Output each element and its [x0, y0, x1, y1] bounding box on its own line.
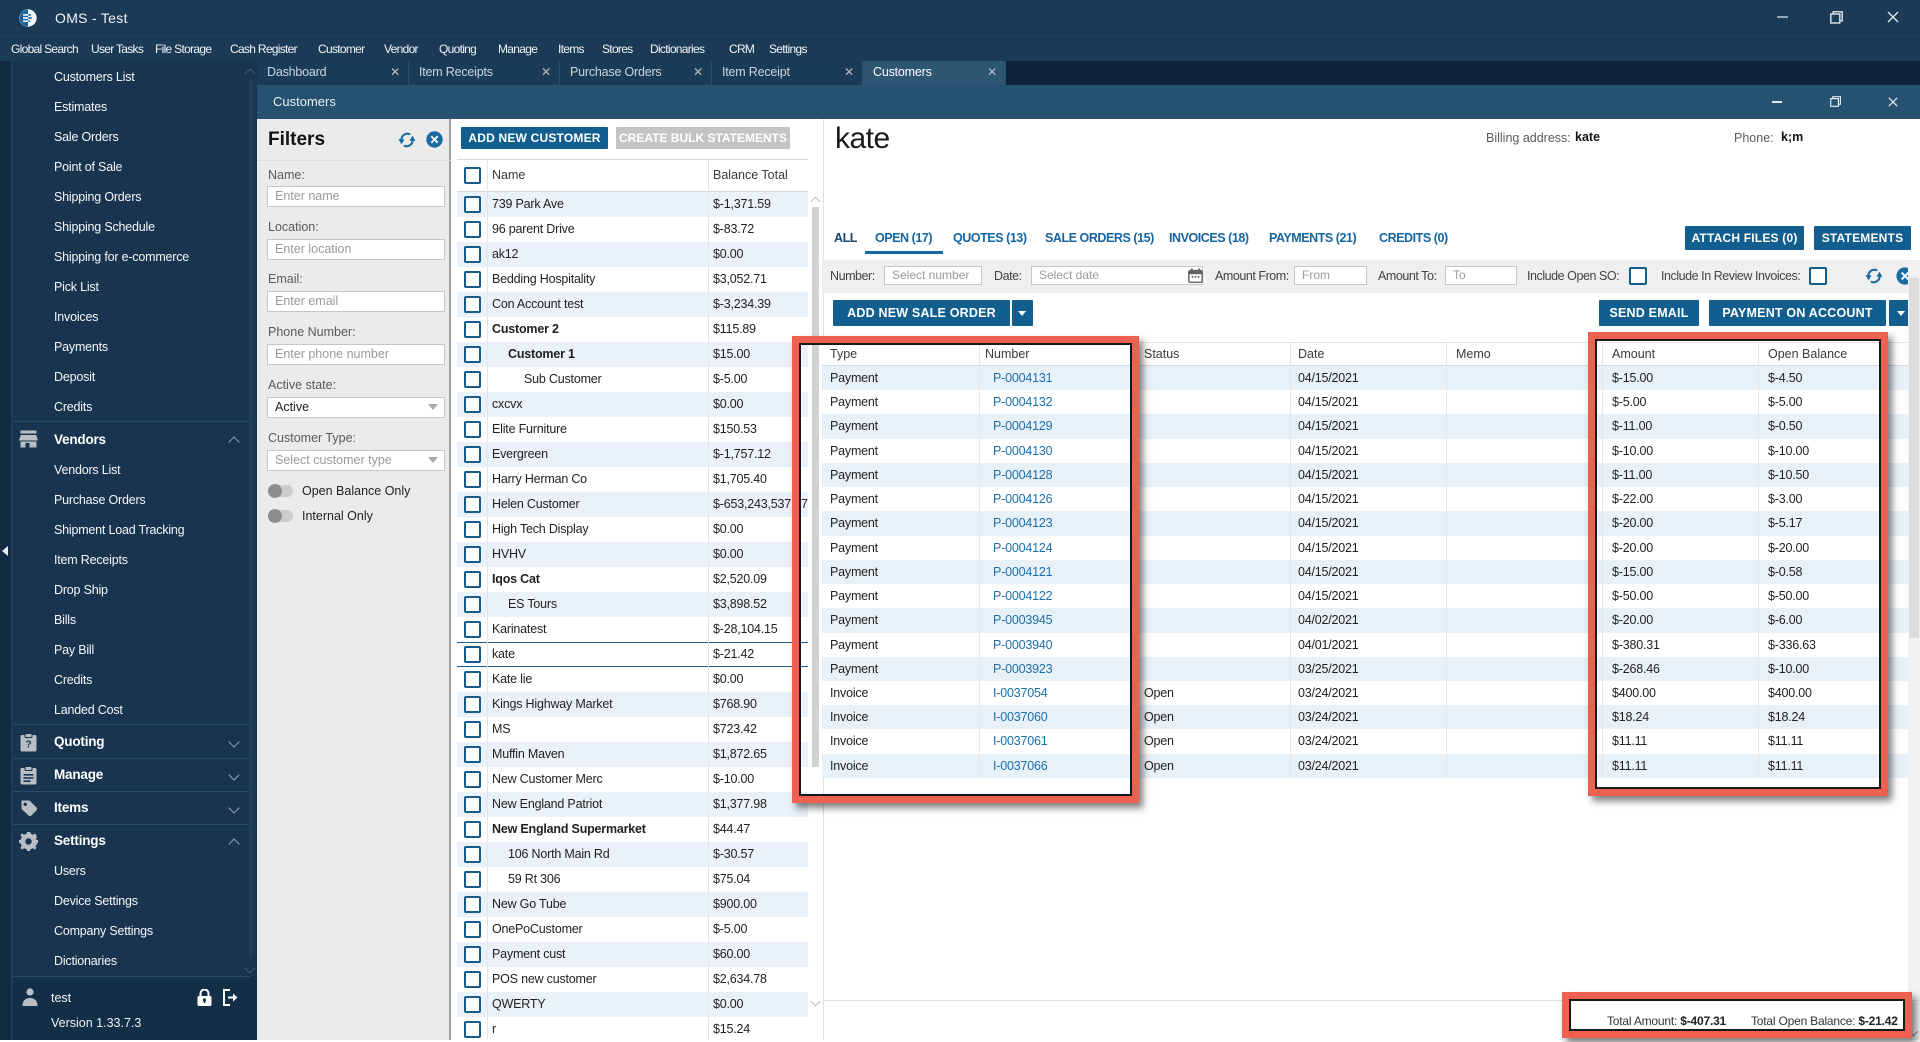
svg-text:?: ? [25, 740, 31, 751]
